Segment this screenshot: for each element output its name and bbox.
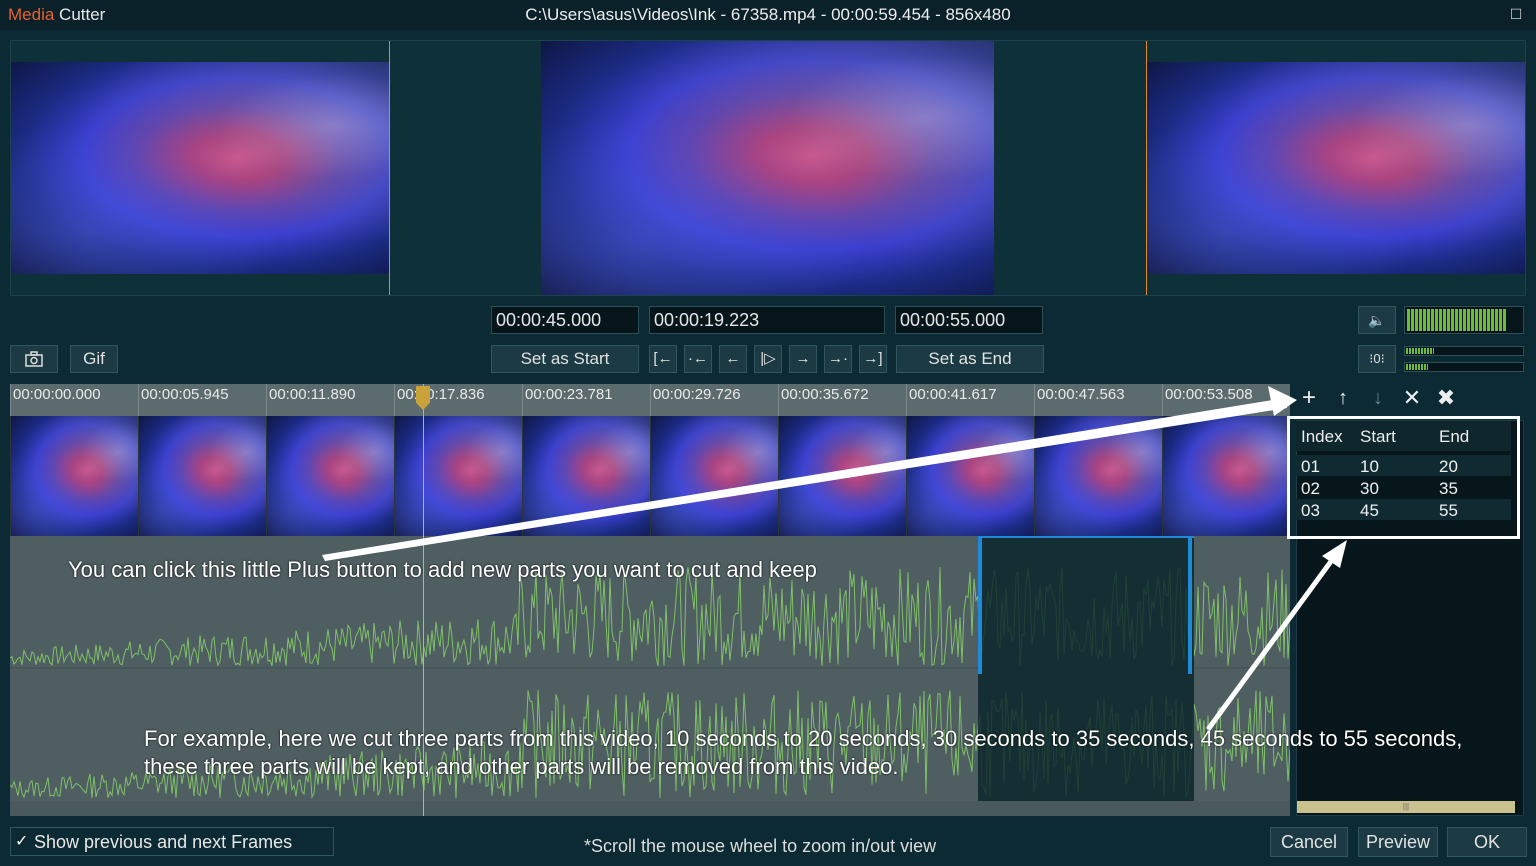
ok-button[interactable]: OK [1447,827,1527,857]
annotation-example-line1: For example, here we cut three parts fro… [144,726,1463,751]
cancel-button[interactable]: Cancel [1270,827,1348,857]
checkmark-icon: ✓ [15,833,29,850]
show-frames-checkbox[interactable]: ✓ Show previous and next Frames [10,827,334,856]
show-frames-label: Show previous and next Frames [34,832,293,852]
preview-button[interactable]: Preview [1358,827,1438,857]
annotation-example-line2: these three parts will be kept, and othe… [144,754,899,779]
annotation-plus-hint: You can click this little Plus button to… [68,557,817,582]
zoom-hint: *Scroll the mouse wheel to zoom in/out v… [584,836,937,856]
